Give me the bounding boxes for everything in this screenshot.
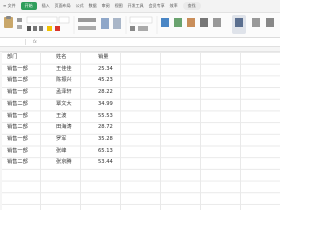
tab-developer[interactable]: 开发工具 xyxy=(128,3,144,9)
table-row: 销售二部 覃文大 34.99 xyxy=(0,99,280,111)
formula-bar: fx xyxy=(0,38,280,47)
tab-file[interactable]: ≡ 文件 xyxy=(3,3,16,9)
tab-review[interactable]: 审阅 xyxy=(102,3,110,9)
wrap-text-icon[interactable] xyxy=(113,18,121,29)
cell-sales[interactable]: 55.53 xyxy=(98,111,113,123)
cell-dept[interactable]: 销售二部 xyxy=(7,157,28,169)
table-style-icon[interactable] xyxy=(174,18,182,27)
cell-name[interactable]: 孟泽轩 xyxy=(56,87,72,99)
cell-sales[interactable]: 28.22 xyxy=(98,87,113,99)
cell-name[interactable]: 王波 xyxy=(56,111,66,123)
tab-page-layout[interactable]: 页面布局 xyxy=(55,3,71,9)
cell-dept[interactable]: 销售二部 xyxy=(7,75,28,87)
cell-dept[interactable]: 销售一部 xyxy=(7,64,28,76)
cell-dept[interactable]: 销售一部 xyxy=(7,146,28,158)
cut-icon[interactable] xyxy=(17,18,22,22)
merge-center-icon[interactable] xyxy=(101,18,109,29)
table-row: 销售二部 陈振兴 45.23 xyxy=(0,75,280,87)
font-color-icon[interactable] xyxy=(55,26,60,31)
underline-icon[interactable] xyxy=(39,26,43,31)
cell-name[interactable]: 张京腾 xyxy=(56,157,72,169)
table-row: 销售一部 孟泽轩 28.22 xyxy=(0,87,280,99)
table-row: 销售一部 张峰 65.13 xyxy=(0,146,280,158)
cell-dept[interactable]: 销售二部 xyxy=(7,99,28,111)
tab-view[interactable]: 视图 xyxy=(115,3,123,9)
tab-insert[interactable]: 插入 xyxy=(42,3,50,9)
cell-name[interactable]: 罗军 xyxy=(56,134,66,146)
table-row: 销售一部 王波 55.53 xyxy=(0,111,280,123)
paste-icon[interactable] xyxy=(4,16,13,28)
tab-data[interactable]: 数据 xyxy=(89,3,97,9)
conditional-format-icon[interactable] xyxy=(161,18,169,27)
toolbar-icons xyxy=(4,15,274,34)
tab-formulas[interactable]: 公式 xyxy=(76,3,84,9)
percent-icon[interactable] xyxy=(130,26,135,31)
align-icons[interactable] xyxy=(78,18,96,30)
fill-color-icon[interactable] xyxy=(47,26,52,31)
header-dept[interactable]: 部门 xyxy=(7,52,17,64)
table-header-row: 部门 姓名 销量 xyxy=(0,52,280,64)
cell-sales[interactable]: 28.72 xyxy=(98,122,113,134)
table-row: 销售一部 王佳佳 25.34 xyxy=(0,64,280,76)
sort-icon[interactable] xyxy=(235,18,243,27)
filter-icon[interactable] xyxy=(213,18,221,27)
cell-dept[interactable]: 销售一部 xyxy=(7,134,28,146)
cell-name[interactable]: 张峰 xyxy=(56,146,66,158)
find-icon[interactable] xyxy=(266,18,274,27)
italic-icon[interactable] xyxy=(33,26,37,31)
font-selector[interactable] xyxy=(26,16,58,24)
header-sales[interactable]: 销量 xyxy=(98,52,108,64)
bold-icon[interactable] xyxy=(27,26,31,31)
cell-sales[interactable]: 25.34 xyxy=(98,64,113,76)
cell-dept[interactable]: 销售一部 xyxy=(7,111,28,123)
name-box[interactable] xyxy=(3,39,26,45)
copy-icon[interactable] xyxy=(17,25,22,29)
fx-icon[interactable]: fx xyxy=(33,39,37,45)
cell-sales[interactable]: 65.13 xyxy=(98,146,113,158)
toolbar xyxy=(0,13,280,38)
header-name[interactable]: 姓名 xyxy=(56,52,66,64)
table-row: 销售二部 张京腾 53.44 xyxy=(0,157,280,169)
cell-sales[interactable]: 45.23 xyxy=(98,75,113,87)
table-row: 销售一部 罗军 35.28 xyxy=(0,134,280,146)
sum-icon[interactable] xyxy=(200,18,208,27)
cell-dept[interactable]: 销售二部 xyxy=(7,122,28,134)
cell-dept[interactable]: 销售一部 xyxy=(7,87,28,99)
cell-name[interactable]: 田海涛 xyxy=(56,122,72,134)
cell-style-icon[interactable] xyxy=(187,18,195,27)
number-format-selector[interactable] xyxy=(129,16,153,24)
cell-sales[interactable]: 35.28 xyxy=(98,134,113,146)
cell-sales[interactable]: 53.44 xyxy=(98,157,113,169)
cell-name[interactable]: 覃文大 xyxy=(56,99,72,111)
cell-name[interactable]: 陈振兴 xyxy=(56,75,72,87)
ribbon-tab-bar: ≡ 文件 开始 插入 页面布局 公式 数据 审阅 视图 开发工具 会员专享 效率… xyxy=(0,0,280,13)
tab-home[interactable]: 开始 xyxy=(20,2,37,10)
tab-member[interactable]: 会员专享 xyxy=(149,3,165,9)
search-box[interactable]: 查找 xyxy=(182,2,201,10)
cell-name[interactable]: 王佳佳 xyxy=(56,64,72,76)
cell-sales[interactable]: 34.99 xyxy=(98,99,113,111)
tab-efficiency[interactable]: 效率 xyxy=(170,3,178,9)
table-row: 销售二部 田海涛 28.72 xyxy=(0,122,280,134)
font-size-selector[interactable] xyxy=(58,16,70,24)
fill-icon[interactable] xyxy=(252,18,260,27)
decimal-icon[interactable] xyxy=(138,26,148,31)
